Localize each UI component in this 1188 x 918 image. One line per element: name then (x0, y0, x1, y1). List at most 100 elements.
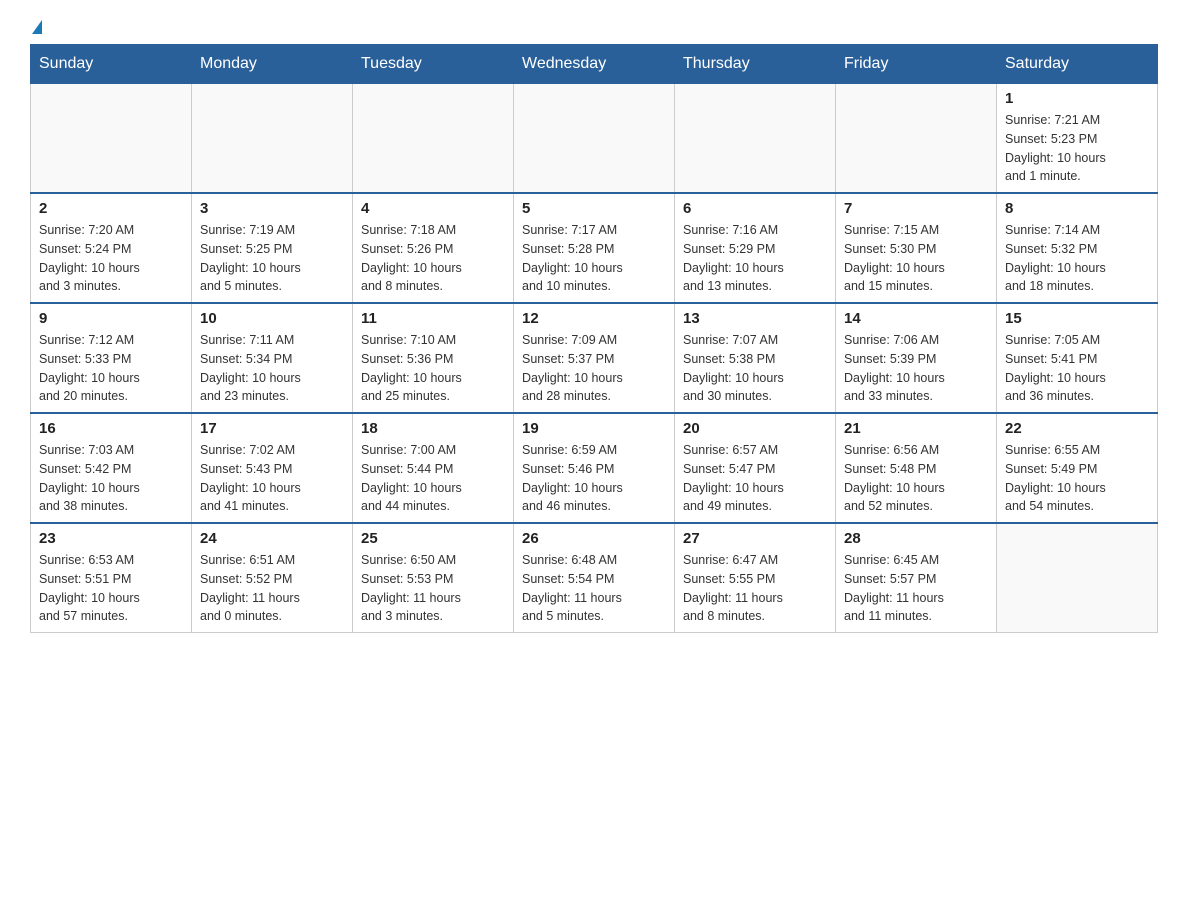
day-info: Sunrise: 7:21 AMSunset: 5:23 PMDaylight:… (1005, 111, 1149, 186)
day-number: 6 (683, 200, 827, 217)
calendar-cell: 11 Sunrise: 7:10 AMSunset: 5:36 PMDayligh… (353, 303, 514, 413)
day-number: 19 (522, 420, 666, 437)
calendar-cell: 8 Sunrise: 7:14 AMSunset: 5:32 PMDaylight… (997, 193, 1158, 303)
day-info: Sunrise: 7:09 AMSunset: 5:37 PMDaylight:… (522, 331, 666, 406)
day-number: 18 (361, 420, 505, 437)
day-number: 24 (200, 530, 344, 547)
day-info: Sunrise: 7:10 AMSunset: 5:36 PMDaylight:… (361, 331, 505, 406)
day-number: 28 (844, 530, 988, 547)
calendar-cell (192, 84, 353, 194)
day-info: Sunrise: 7:12 AMSunset: 5:33 PMDaylight:… (39, 331, 183, 406)
day-header-tuesday: Tuesday (353, 45, 514, 84)
calendar-cell: 19 Sunrise: 6:59 AMSunset: 5:46 PMDayligh… (514, 413, 675, 523)
calendar-cell: 22 Sunrise: 6:55 AMSunset: 5:49 PMDayligh… (997, 413, 1158, 523)
day-number: 1 (1005, 90, 1149, 107)
logo (30, 20, 42, 34)
day-number: 11 (361, 310, 505, 327)
day-info: Sunrise: 7:05 AMSunset: 5:41 PMDaylight:… (1005, 331, 1149, 406)
day-number: 12 (522, 310, 666, 327)
day-info: Sunrise: 7:20 AMSunset: 5:24 PMDaylight:… (39, 221, 183, 296)
calendar-cell: 26 Sunrise: 6:48 AMSunset: 5:54 PMDayligh… (514, 523, 675, 633)
day-info: Sunrise: 7:06 AMSunset: 5:39 PMDaylight:… (844, 331, 988, 406)
calendar-cell: 5 Sunrise: 7:17 AMSunset: 5:28 PMDaylight… (514, 193, 675, 303)
day-header-monday: Monday (192, 45, 353, 84)
calendar-cell (675, 84, 836, 194)
calendar-cell: 9 Sunrise: 7:12 AMSunset: 5:33 PMDaylight… (31, 303, 192, 413)
calendar-cell (514, 84, 675, 194)
day-info: Sunrise: 7:14 AMSunset: 5:32 PMDaylight:… (1005, 221, 1149, 296)
day-number: 13 (683, 310, 827, 327)
calendar-cell: 12 Sunrise: 7:09 AMSunset: 5:37 PMDayligh… (514, 303, 675, 413)
calendar-cell: 1 Sunrise: 7:21 AMSunset: 5:23 PMDaylight… (997, 84, 1158, 194)
day-info: Sunrise: 7:03 AMSunset: 5:42 PMDaylight:… (39, 441, 183, 516)
calendar-cell: 20 Sunrise: 6:57 AMSunset: 5:47 PMDayligh… (675, 413, 836, 523)
day-header-thursday: Thursday (675, 45, 836, 84)
day-number: 25 (361, 530, 505, 547)
day-info: Sunrise: 6:53 AMSunset: 5:51 PMDaylight:… (39, 551, 183, 626)
day-number: 7 (844, 200, 988, 217)
day-header-friday: Friday (836, 45, 997, 84)
day-header-sunday: Sunday (31, 45, 192, 84)
day-header-wednesday: Wednesday (514, 45, 675, 84)
day-number: 8 (1005, 200, 1149, 217)
day-info: Sunrise: 7:19 AMSunset: 5:25 PMDaylight:… (200, 221, 344, 296)
day-info: Sunrise: 7:00 AMSunset: 5:44 PMDaylight:… (361, 441, 505, 516)
calendar-week-row: 1 Sunrise: 7:21 AMSunset: 5:23 PMDaylight… (31, 84, 1158, 194)
day-number: 5 (522, 200, 666, 217)
calendar-cell: 4 Sunrise: 7:18 AMSunset: 5:26 PMDaylight… (353, 193, 514, 303)
day-info: Sunrise: 7:07 AMSunset: 5:38 PMDaylight:… (683, 331, 827, 406)
calendar-cell: 14 Sunrise: 7:06 AMSunset: 5:39 PMDayligh… (836, 303, 997, 413)
day-info: Sunrise: 6:55 AMSunset: 5:49 PMDaylight:… (1005, 441, 1149, 516)
calendar-week-row: 9 Sunrise: 7:12 AMSunset: 5:33 PMDaylight… (31, 303, 1158, 413)
day-info: Sunrise: 6:59 AMSunset: 5:46 PMDaylight:… (522, 441, 666, 516)
day-info: Sunrise: 6:50 AMSunset: 5:53 PMDaylight:… (361, 551, 505, 626)
calendar-week-row: 23 Sunrise: 6:53 AMSunset: 5:51 PMDayligh… (31, 523, 1158, 633)
calendar-cell (353, 84, 514, 194)
calendar-cell: 2 Sunrise: 7:20 AMSunset: 5:24 PMDaylight… (31, 193, 192, 303)
calendar-cell: 27Sunrise: 6:47 AMSunset: 5:55 PMDayligh… (675, 523, 836, 633)
day-number: 16 (39, 420, 183, 437)
day-number: 26 (522, 530, 666, 547)
calendar-cell: 24 Sunrise: 6:51 AMSunset: 5:52 PMDayligh… (192, 523, 353, 633)
day-info: Sunrise: 7:11 AMSunset: 5:34 PMDaylight:… (200, 331, 344, 406)
calendar-cell: 21Sunrise: 6:56 AMSunset: 5:48 PMDayligh… (836, 413, 997, 523)
day-info: Sunrise: 6:51 AMSunset: 5:52 PMDaylight:… (200, 551, 344, 626)
day-number: 23 (39, 530, 183, 547)
calendar-week-row: 2 Sunrise: 7:20 AMSunset: 5:24 PMDaylight… (31, 193, 1158, 303)
day-number: 2 (39, 200, 183, 217)
calendar-cell (997, 523, 1158, 633)
calendar-cell: 18 Sunrise: 7:00 AMSunset: 5:44 PMDayligh… (353, 413, 514, 523)
day-number: 27 (683, 530, 827, 547)
day-info: Sunrise: 6:48 AMSunset: 5:54 PMDaylight:… (522, 551, 666, 626)
day-info: Sunrise: 7:18 AMSunset: 5:26 PMDaylight:… (361, 221, 505, 296)
calendar-cell: 3 Sunrise: 7:19 AMSunset: 5:25 PMDaylight… (192, 193, 353, 303)
day-number: 10 (200, 310, 344, 327)
day-number: 22 (1005, 420, 1149, 437)
calendar-cell: 6 Sunrise: 7:16 AMSunset: 5:29 PMDaylight… (675, 193, 836, 303)
day-number: 15 (1005, 310, 1149, 327)
calendar-cell: 28Sunrise: 6:45 AMSunset: 5:57 PMDayligh… (836, 523, 997, 633)
calendar-cell (31, 84, 192, 194)
day-header-saturday: Saturday (997, 45, 1158, 84)
day-number: 9 (39, 310, 183, 327)
day-number: 20 (683, 420, 827, 437)
day-number: 4 (361, 200, 505, 217)
day-info: Sunrise: 6:56 AMSunset: 5:48 PMDaylight:… (844, 441, 988, 516)
calendar-cell: 16 Sunrise: 7:03 AMSunset: 5:42 PMDayligh… (31, 413, 192, 523)
day-number: 17 (200, 420, 344, 437)
page-header (30, 20, 1158, 34)
calendar-cell: 23 Sunrise: 6:53 AMSunset: 5:51 PMDayligh… (31, 523, 192, 633)
calendar-table: SundayMondayTuesdayWednesdayThursdayFrid… (30, 44, 1158, 633)
day-info: Sunrise: 6:57 AMSunset: 5:47 PMDaylight:… (683, 441, 827, 516)
calendar-cell: 13 Sunrise: 7:07 AMSunset: 5:38 PMDayligh… (675, 303, 836, 413)
day-number: 14 (844, 310, 988, 327)
calendar-cell: 7 Sunrise: 7:15 AMSunset: 5:30 PMDaylight… (836, 193, 997, 303)
day-info: Sunrise: 7:17 AMSunset: 5:28 PMDaylight:… (522, 221, 666, 296)
calendar-cell: 17Sunrise: 7:02 AMSunset: 5:43 PMDayligh… (192, 413, 353, 523)
calendar-cell: 25 Sunrise: 6:50 AMSunset: 5:53 PMDayligh… (353, 523, 514, 633)
day-info: Sunrise: 7:16 AMSunset: 5:29 PMDaylight:… (683, 221, 827, 296)
logo-triangle-icon (32, 20, 42, 34)
day-info: Sunrise: 7:15 AMSunset: 5:30 PMDaylight:… (844, 221, 988, 296)
calendar-cell (836, 84, 997, 194)
day-number: 3 (200, 200, 344, 217)
